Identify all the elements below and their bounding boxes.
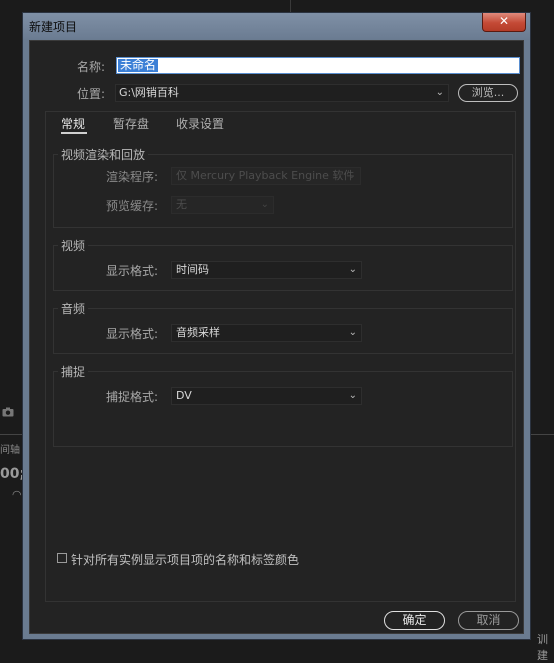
audio-display-format-value: 音频采样: [176, 326, 220, 339]
audio-display-format-select[interactable]: 音频采样 ⌄: [171, 324, 362, 342]
chevron-down-icon: ⌄: [348, 264, 357, 275]
chevron-down-icon: ⌄: [347, 170, 356, 181]
preview-cache-select: 无 ⌄: [171, 196, 274, 214]
show-names-label-colors-label[interactable]: 针对所有实例显示项目项的名称和标签颜色: [71, 551, 299, 568]
ok-button[interactable]: 确定: [384, 611, 445, 630]
browse-button[interactable]: 浏览...: [458, 84, 518, 102]
project-name-input[interactable]: 未命名: [116, 57, 520, 74]
cancel-button[interactable]: 取消: [458, 611, 519, 630]
background-label: 训建: [537, 633, 548, 662]
render-group: 视频渲染和回放 渲染程序: 仅 Mercury Playback Engine …: [53, 146, 513, 228]
tab-general[interactable]: 常规: [61, 115, 85, 132]
video-group: 视频 显示格式: 时间码 ⌄: [53, 237, 513, 291]
show-names-label-colors-checkbox[interactable]: [57, 553, 67, 563]
capture-format-select[interactable]: DV ⌄: [171, 387, 362, 405]
chevron-down-icon: ⌄: [348, 390, 357, 401]
audio-display-format-label: 显示格式:: [106, 327, 159, 341]
video-group-title: 视频: [58, 237, 89, 254]
renderer-value: 仅 Mercury Playback Engine 软件: [176, 169, 355, 182]
background-arc-icon: ◠: [12, 488, 22, 501]
title-bar[interactable]: 新建项目 ✕: [23, 13, 530, 39]
tab-ingest-settings[interactable]: 收录设置: [176, 115, 224, 132]
video-display-format-select[interactable]: 时间码 ⌄: [171, 261, 362, 279]
renderer-label: 渲染程序:: [106, 170, 159, 184]
preview-cache-value: 无: [176, 198, 187, 211]
close-button[interactable]: ✕: [482, 13, 526, 32]
audio-group: 音频 显示格式: 音频采样 ⌄: [53, 300, 513, 354]
dialog-title: 新建项目: [29, 20, 78, 34]
chevron-down-icon: ⌄: [435, 87, 444, 98]
location-select[interactable]: G:\网销百科 ⌄: [115, 84, 449, 102]
video-display-format-label: 显示格式:: [106, 264, 159, 278]
renderer-select: 仅 Mercury Playback Engine 软件 ⌄: [171, 167, 361, 185]
audio-group-title: 音频: [58, 300, 89, 317]
capture-format-value: DV: [176, 389, 192, 402]
location-value: G:\网销百科: [119, 86, 179, 99]
camera-icon: [2, 407, 14, 420]
background-timeline-label: 间轴: [0, 445, 20, 456]
capture-group-title: 捕捉: [58, 363, 89, 380]
video-display-format-value: 时间码: [176, 263, 209, 276]
active-tab-indicator: [61, 132, 87, 134]
close-icon: ✕: [498, 14, 510, 28]
settings-panel: 常规 暂存盘 收录设置 视频渲染和回放 渲染程序: 仅 Mercury Play…: [45, 111, 516, 602]
background-divider: [0, 434, 22, 435]
tab-scratch-disks[interactable]: 暂存盘: [113, 115, 149, 132]
capture-group: 捕捉 捕捉格式: DV ⌄: [53, 363, 513, 447]
name-label: 名称:: [77, 60, 106, 74]
render-group-title: 视频渲染和回放: [58, 146, 149, 163]
chevron-down-icon: ⌄: [348, 327, 357, 338]
project-name-value: 未命名: [118, 58, 159, 72]
background-divider: [530, 434, 554, 435]
capture-format-label: 捕捉格式:: [106, 390, 159, 404]
new-project-dialog: 新建项目 ✕ 名称: 未命名 位置: G:\网销百科 ⌄ 浏览... 常规 暂存…: [22, 12, 531, 640]
preview-cache-label: 预览缓存:: [106, 199, 159, 213]
dialog-body: 名称: 未命名 位置: G:\网销百科 ⌄ 浏览... 常规 暂存盘 收录设置 …: [29, 40, 524, 634]
chevron-down-icon: ⌄: [260, 199, 269, 210]
location-label: 位置:: [77, 87, 106, 101]
